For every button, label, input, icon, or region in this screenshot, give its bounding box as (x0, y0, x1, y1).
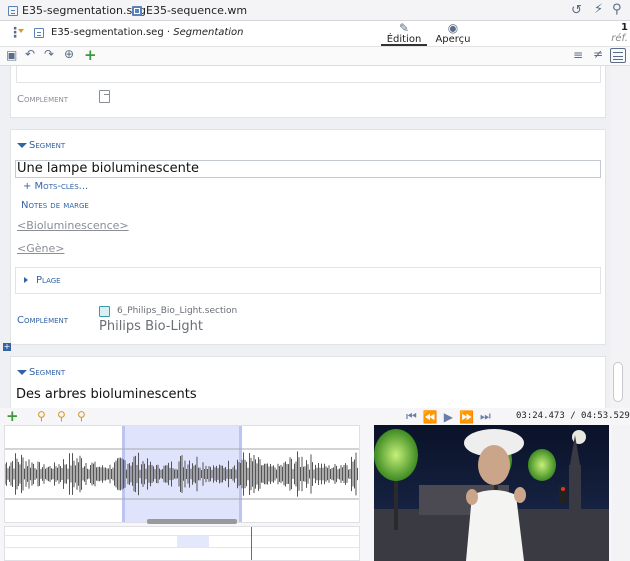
tab-edition[interactable]: ✎ Édition (381, 22, 427, 46)
toolbar: ▣ ↶ ↷ ⊕ + ≡ ≠ (0, 46, 630, 66)
tab-segmentation[interactable]: E35-segmentation.seg (8, 3, 146, 18)
references-counter[interactable]: 1 réf. (604, 22, 628, 44)
plage-block[interactable]: Plage (15, 267, 601, 294)
plage-label: Plage (36, 275, 61, 286)
ref-count: 1 (621, 22, 628, 33)
zoom-fit-icon[interactable]: ⚲ (77, 409, 86, 423)
section-title[interactable]: Philips Bio-Light (99, 319, 203, 334)
complement-label: Complément (17, 94, 69, 105)
apercu-label: Aperçu (435, 34, 471, 45)
document-title: E35-segmentation.seg · Segmentation (51, 27, 244, 38)
history-icon[interactable]: ↺ (571, 3, 582, 18)
title-separator: · (163, 27, 174, 38)
segment-title-input[interactable]: Des arbres bioluminescents (16, 387, 197, 402)
player-controls: ⏮ ⏪ ▶ ⏩ ⏭ (406, 409, 491, 424)
section-file-name[interactable]: 6_Philips_Bio_Light.section (117, 306, 237, 316)
zoom-out-icon[interactable]: ⚲ (57, 409, 66, 423)
section-link-icon (99, 306, 110, 317)
outline-view-icon[interactable] (610, 48, 626, 63)
segment-label: Segment (29, 140, 66, 151)
skip-end-icon[interactable]: ⏭ (480, 409, 491, 424)
bioluminescence-link[interactable]: <Bioluminescence> (17, 219, 129, 232)
doc-type: Segmentation (173, 27, 244, 38)
media-panel: + ⚲ ⚲ ⚲ ⏮ ⏪ ▶ ⏩ ⏭ 03:24.473 / 04:53.529 (0, 407, 630, 561)
segment-label: Segment (29, 367, 66, 378)
segment-header[interactable]: Segment (17, 367, 65, 378)
video-still (374, 425, 609, 561)
waveform-view[interactable] (4, 425, 360, 523)
tab-sequence[interactable]: E35-sequence.wm (132, 3, 247, 18)
doc-title-text: E35-segmentation.seg (51, 27, 164, 38)
insert-segment-icon[interactable]: + (3, 343, 11, 351)
editor-scrollbar[interactable] (610, 66, 630, 408)
tab-label: E35-segmentation.seg (22, 4, 146, 17)
collapse-arrow-icon (17, 143, 27, 148)
search-icon[interactable]: ⚲ (612, 2, 622, 17)
ref-label: réf. (611, 33, 628, 44)
tab-apercu[interactable]: ◉ Aperçu (432, 22, 474, 46)
editor-area: Complément Segment Une lampe bioluminesc… (0, 66, 630, 408)
undo-icon[interactable]: ↶ (25, 47, 35, 61)
add-keywords-link[interactable]: + Mots-clés... (23, 181, 88, 192)
time-separator: / (564, 411, 582, 421)
media-file-icon (132, 5, 142, 16)
pen-icon: ✎ (398, 21, 410, 35)
scrollbar-thumb[interactable] (613, 362, 623, 402)
skip-start-icon[interactable]: ⏮ (406, 409, 417, 424)
segment-block: Segment Des arbres bioluminescents (10, 356, 606, 408)
dropdown-arrow-icon[interactable] (18, 29, 24, 33)
time-display: 03:24.473 / 04:53.529 (516, 411, 630, 421)
waveform-scroll-thumb[interactable] (147, 519, 237, 524)
complement-label: Complément (17, 315, 69, 326)
not-equal-icon[interactable]: ≠ (593, 47, 603, 61)
fast-forward-icon[interactable]: ⏩ (459, 410, 474, 424)
segment-header[interactable]: Segment (17, 140, 65, 151)
previous-block: Complément (10, 66, 606, 118)
eye-icon: ◉ (447, 21, 459, 35)
play-icon[interactable]: ▶ (444, 410, 453, 424)
waveform-graph (5, 448, 359, 500)
tab-bar: E35-segmentation.seg E35-sequence.wm ↺ ⚡… (0, 0, 630, 21)
target-icon[interactable]: ⊕ (64, 47, 74, 61)
collapse-arrow-icon (17, 370, 27, 375)
tab-label: E35-sequence.wm (146, 4, 248, 17)
playhead[interactable] (251, 527, 252, 560)
time-total: 04:53.529 (581, 411, 630, 421)
add-segment-icon[interactable]: + (6, 407, 19, 425)
time-current: 03:24.473 (516, 411, 565, 421)
segment-timeline[interactable] (4, 526, 360, 561)
redo-icon[interactable]: ↷ (44, 47, 54, 61)
notes-de-marge-label: Notes de marge (21, 200, 89, 211)
document-header: ⋮ E35-segmentation.seg · Segmentation ✎ … (0, 21, 630, 47)
gene-link[interactable]: <Gène> (17, 242, 64, 255)
timeline-segment[interactable] (177, 536, 209, 547)
filter-icon[interactable]: ≡ (573, 48, 583, 62)
edition-label: Édition (386, 34, 422, 45)
document-icon (8, 5, 18, 16)
add-complement-icon[interactable] (99, 90, 110, 103)
document-icon (34, 28, 44, 38)
add-icon[interactable]: + (84, 46, 97, 64)
segment-title-input[interactable]: Une lampe bioluminescente (15, 160, 601, 178)
rewind-icon[interactable]: ⏪ (423, 410, 438, 424)
video-frame[interactable] (374, 425, 609, 561)
media-panel-edge (612, 425, 630, 561)
expand-arrow-icon (24, 277, 28, 283)
previous-field[interactable] (16, 66, 601, 83)
zoom-in-icon[interactable]: ⚲ (37, 409, 46, 423)
save-icon[interactable]: ▣ (6, 48, 17, 62)
lightning-icon[interactable]: ⚡ (594, 2, 603, 17)
more-menu-icon[interactable]: ⋮ (8, 25, 22, 41)
segment-block: Segment Une lampe bioluminescente + Mots… (10, 129, 606, 345)
